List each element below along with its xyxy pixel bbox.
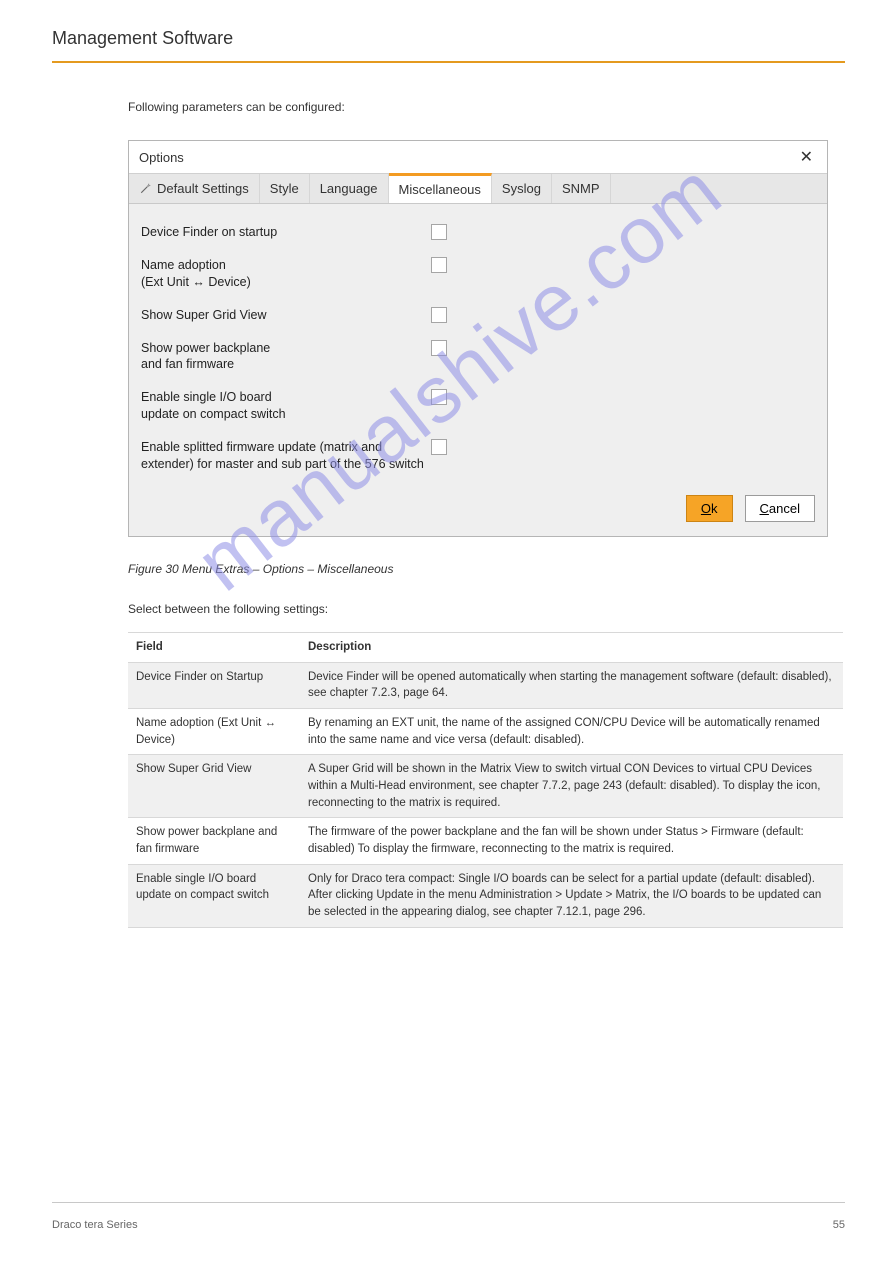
- option-row: Device Finder on startup: [141, 224, 815, 241]
- option-label: Enable splitted firmware update (matrix …: [141, 439, 431, 473]
- tab-style[interactable]: Style: [260, 174, 310, 203]
- options-dialog-screenshot: Options ✕ Default Settings Style Languag…: [128, 140, 828, 537]
- tab-label: Miscellaneous: [399, 182, 481, 197]
- option-row: Name adoption (Ext Unit ↔ Device): [141, 257, 815, 291]
- table-row: Name adoption (Ext Unit ↔ Device) By ren…: [128, 709, 843, 755]
- page-header: Management Software: [52, 28, 845, 63]
- cell-field: Show Super Grid View: [128, 755, 300, 818]
- footer-series: Draco tera Series: [52, 1219, 138, 1231]
- tab-default-settings[interactable]: Default Settings: [129, 174, 260, 203]
- tab-label: Style: [270, 181, 299, 196]
- table-row: Enable single I/O board update on compac…: [128, 864, 843, 927]
- close-icon[interactable]: ✕: [796, 147, 817, 167]
- settings-table: Field Description Device Finder on Start…: [128, 632, 843, 928]
- cell-field: Name adoption (Ext Unit ↔ Device): [128, 709, 300, 755]
- option-row: Show power backplane and fan firmware: [141, 340, 815, 374]
- table-row: Show Super Grid View A Super Grid will b…: [128, 755, 843, 818]
- option-label: Device Finder on startup: [141, 224, 431, 241]
- dialog-body: Device Finder on startup Name adoption (…: [129, 204, 827, 536]
- tab-label: Default Settings: [157, 181, 249, 196]
- section-subtext: Select between the following settings:: [128, 602, 328, 616]
- col-field: Field: [128, 633, 300, 663]
- checkbox[interactable]: [431, 257, 447, 273]
- option-row: Enable splitted firmware update (matrix …: [141, 439, 815, 473]
- tab-label: Syslog: [502, 181, 541, 196]
- cell-desc: By renaming an EXT unit, the name of the…: [300, 709, 843, 755]
- dialog-button-row: Ok Cancel: [141, 489, 815, 522]
- tab-language[interactable]: Language: [310, 174, 389, 203]
- checkbox[interactable]: [431, 340, 447, 356]
- cancel-button[interactable]: Cancel: [745, 495, 815, 522]
- cell-field: Device Finder on Startup: [128, 662, 300, 708]
- cancel-rest: ancel: [769, 501, 800, 516]
- cancel-mnemonic: C: [760, 501, 769, 516]
- option-label: Show Super Grid View: [141, 307, 431, 324]
- checkbox[interactable]: [431, 439, 447, 455]
- page-title: Management Software: [52, 28, 845, 49]
- checkbox[interactable]: [431, 389, 447, 405]
- dialog-title: Options: [139, 150, 184, 165]
- cell-desc: The firmware of the power backplane and …: [300, 818, 843, 864]
- footer-rule: [52, 1202, 845, 1203]
- cell-field: Show power backplane and fan firmware: [128, 818, 300, 864]
- option-row: Enable single I/O board update on compac…: [141, 389, 815, 423]
- ok-mnemonic: O: [701, 501, 711, 516]
- checkbox[interactable]: [431, 224, 447, 240]
- cell-desc: Only for Draco tera compact: Single I/O …: [300, 864, 843, 927]
- cell-desc: A Super Grid will be shown in the Matrix…: [300, 755, 843, 818]
- ok-button[interactable]: Ok: [686, 495, 733, 522]
- option-label: Show power backplane and fan firmware: [141, 340, 431, 374]
- figure-caption: Figure 30 Menu Extras – Options – Miscel…: [128, 562, 393, 576]
- cell-desc: Device Finder will be opened automatical…: [300, 662, 843, 708]
- table-row: Device Finder on Startup Device Finder w…: [128, 662, 843, 708]
- wand-icon: [139, 183, 151, 195]
- tab-snmp[interactable]: SNMP: [552, 174, 611, 203]
- tab-miscellaneous[interactable]: Miscellaneous: [389, 173, 492, 203]
- col-description: Description: [300, 633, 843, 663]
- footer-page-number: 55: [833, 1219, 845, 1231]
- header-rule: [52, 61, 845, 63]
- cell-field: Enable single I/O board update on compac…: [128, 864, 300, 927]
- dialog-tabstrip: Default Settings Style Language Miscella…: [129, 174, 827, 204]
- intro-text: Following parameters can be configured:: [128, 100, 843, 114]
- tab-label: Language: [320, 181, 378, 196]
- option-label: Name adoption (Ext Unit ↔ Device): [141, 257, 431, 291]
- option-row: Show Super Grid View: [141, 307, 815, 324]
- dialog-titlebar: Options ✕: [129, 141, 827, 174]
- checkbox[interactable]: [431, 307, 447, 323]
- ok-rest: k: [711, 501, 718, 516]
- table-row: Show power backplane and fan firmware Th…: [128, 818, 843, 864]
- option-label: Enable single I/O board update on compac…: [141, 389, 431, 423]
- table-head-row: Field Description: [128, 633, 843, 663]
- tab-label: SNMP: [562, 181, 600, 196]
- tab-syslog[interactable]: Syslog: [492, 174, 552, 203]
